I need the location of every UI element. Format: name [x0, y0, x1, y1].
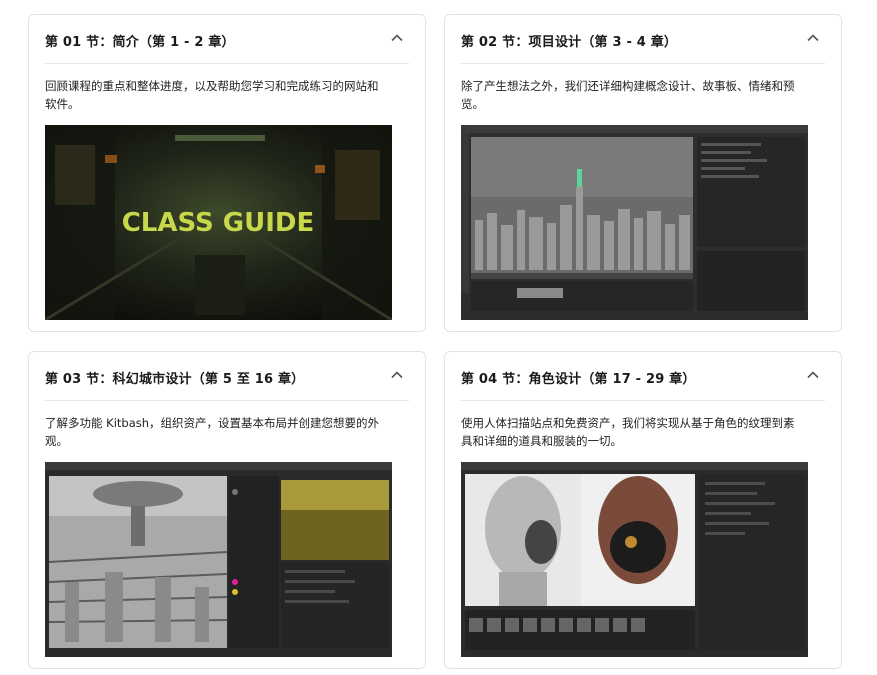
- class-guide-caption: CLASS GUIDE: [122, 208, 315, 238]
- section-description: 除了产生想法之外，我们还详细构建概念设计、故事板、情绪和预览。: [461, 79, 795, 111]
- section-card-04: 第 04 节：角色设计（第 17 - 29 章） 使用人体扫描站点和免费资产，我…: [444, 351, 842, 669]
- section-title: 第 01 节：简介（第 1 - 2 章）: [45, 35, 235, 50]
- section-title: 第 03 节：科幻城市设计（第 5 至 16 章）: [45, 372, 305, 387]
- section-description: 了解多功能 Kitbash，组织资产，设置基本布局并创建您想要的外观。: [45, 416, 380, 448]
- section-thumbnail-03: [45, 462, 392, 657]
- section-header-02[interactable]: 第 02 节：项目设计（第 3 - 4 章）: [461, 15, 825, 64]
- chevron-up-icon[interactable]: [807, 32, 819, 44]
- chevron-up-icon[interactable]: [807, 369, 819, 381]
- section-title: 第 04 节：角色设计（第 17 - 29 章）: [461, 372, 696, 387]
- section-thumbnail-02: [461, 125, 808, 320]
- section-card-01: 第 01 节：简介（第 1 - 2 章） 回顾课程的重点和整体进度，以及帮助您学…: [28, 14, 426, 332]
- section-card-03: 第 03 节：科幻城市设计（第 5 至 16 章） 了解多功能 Kitbash，…: [28, 351, 426, 669]
- section-header-04[interactable]: 第 04 节：角色设计（第 17 - 29 章）: [461, 352, 825, 401]
- section-description: 使用人体扫描站点和免费资产，我们将实现从基于角色的纹理到素具和详细的道具和服装的…: [461, 416, 795, 448]
- section-header-01[interactable]: 第 01 节：简介（第 1 - 2 章）: [45, 15, 409, 64]
- section-thumbnail-04: [461, 462, 808, 657]
- section-description: 回顾课程的重点和整体进度，以及帮助您学习和完成练习的网站和软件。: [45, 79, 379, 111]
- chevron-up-icon[interactable]: [391, 32, 403, 44]
- section-thumbnail-01: CLASS GUIDE: [45, 125, 392, 320]
- section-card-02: 第 02 节：项目设计（第 3 - 4 章） 除了产生想法之外，我们还详细构建概…: [444, 14, 842, 332]
- section-title: 第 02 节：项目设计（第 3 - 4 章）: [461, 35, 678, 50]
- chevron-up-icon[interactable]: [391, 369, 403, 381]
- section-header-03[interactable]: 第 03 节：科幻城市设计（第 5 至 16 章）: [45, 352, 409, 401]
